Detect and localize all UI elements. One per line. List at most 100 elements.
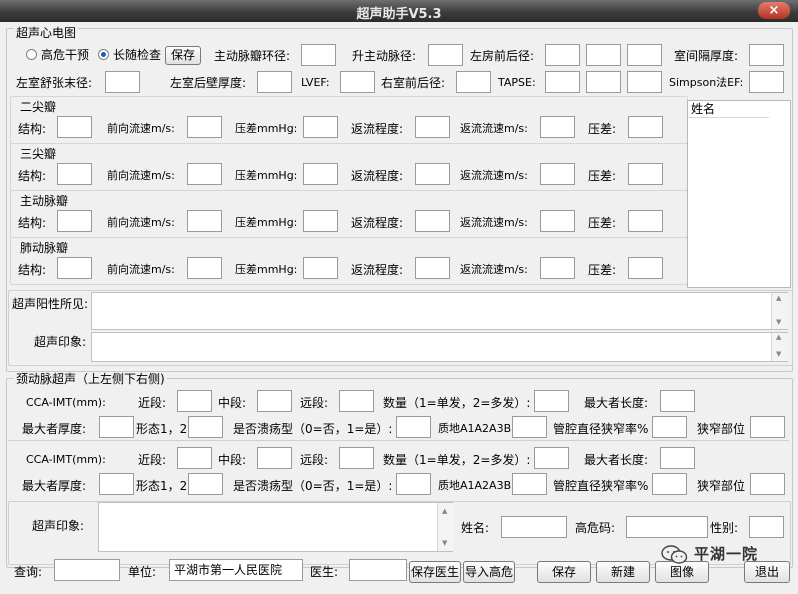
tapse-input-3[interactable] bbox=[627, 71, 662, 93]
positive-findings-textarea[interactable] bbox=[91, 292, 788, 330]
plaque-count-input[interactable] bbox=[534, 390, 569, 412]
valve-gradient-input[interactable] bbox=[303, 257, 338, 279]
scroll-down-icon[interactable]: ▼ bbox=[442, 539, 447, 547]
valve-structure-input[interactable] bbox=[57, 210, 92, 232]
valve-regurg-degree-input[interactable] bbox=[415, 163, 450, 185]
rv-ap-input[interactable] bbox=[456, 71, 491, 93]
near-segment-input[interactable] bbox=[177, 390, 212, 412]
morphology-input[interactable] bbox=[188, 473, 223, 495]
texture-label: 质地A1A2A3B bbox=[438, 422, 512, 435]
echo-impression-textarea[interactable] bbox=[91, 332, 788, 362]
valve-gradient-input[interactable] bbox=[303, 116, 338, 138]
tapse-input-2[interactable] bbox=[586, 71, 621, 93]
findings-scrollbar[interactable]: ▲ ▼ bbox=[771, 293, 788, 329]
save-button[interactable]: 保存 bbox=[537, 561, 591, 583]
import-risk-button[interactable]: 导入高危 bbox=[463, 561, 515, 583]
near-segment-input[interactable] bbox=[177, 447, 212, 469]
follow-up-radio[interactable] bbox=[98, 49, 109, 60]
query-input[interactable] bbox=[54, 559, 120, 581]
valve-regurg-degree-input[interactable] bbox=[415, 257, 450, 279]
valve-regurg-degree-input[interactable] bbox=[415, 210, 450, 232]
la-ap-input-3[interactable] bbox=[627, 44, 662, 66]
simpson-ef-input[interactable] bbox=[749, 71, 784, 93]
max-length-input[interactable] bbox=[660, 447, 695, 469]
texture-input[interactable] bbox=[512, 416, 547, 438]
stenosis-rate-input[interactable] bbox=[652, 416, 687, 438]
patient-name-list[interactable] bbox=[687, 100, 791, 288]
ivs-input[interactable] bbox=[749, 44, 784, 66]
valve-structure-input[interactable] bbox=[57, 163, 92, 185]
valve-forward-velocity-input[interactable] bbox=[187, 163, 222, 185]
max-length-input[interactable] bbox=[660, 390, 695, 412]
new-button[interactable]: 新建 bbox=[596, 561, 650, 583]
valve-structure-input[interactable] bbox=[57, 116, 92, 138]
valve-forward-velocity-input[interactable] bbox=[187, 210, 222, 232]
valve-regurg-velocity-input[interactable] bbox=[540, 257, 575, 279]
la-ap-input-1[interactable] bbox=[545, 44, 580, 66]
valve-pressure-diff-input[interactable] bbox=[628, 257, 663, 279]
scroll-up-icon[interactable]: ▲ bbox=[776, 294, 781, 302]
valve-gradient-input[interactable] bbox=[303, 210, 338, 232]
ulcer-type-input[interactable] bbox=[396, 473, 431, 495]
valve-name: 肺动脉瓣 bbox=[18, 241, 71, 255]
carotid-impression-textarea[interactable] bbox=[98, 502, 453, 552]
mid-segment-input[interactable] bbox=[257, 447, 292, 469]
far-segment-input[interactable] bbox=[339, 390, 374, 412]
valve-regurg-degree-label: 返流程度: bbox=[351, 216, 404, 230]
valve-gradient-input[interactable] bbox=[303, 163, 338, 185]
plaque-count-input[interactable] bbox=[534, 447, 569, 469]
valve-forward-velocity-input[interactable] bbox=[187, 116, 222, 138]
max-thickness-input[interactable] bbox=[99, 416, 134, 438]
la-ap-input-2[interactable] bbox=[586, 44, 621, 66]
ulcer-type-input[interactable] bbox=[396, 416, 431, 438]
ivs-label: 室间隔厚度: bbox=[674, 49, 739, 63]
stenosis-site-input[interactable] bbox=[750, 416, 785, 438]
valve-pressure-diff-input[interactable] bbox=[628, 116, 663, 138]
valve-structure-input[interactable] bbox=[57, 257, 92, 279]
aortic-annulus-input[interactable] bbox=[301, 44, 336, 66]
valve-regurg-velocity-input[interactable] bbox=[540, 210, 575, 232]
stenosis-rate-input[interactable] bbox=[652, 473, 687, 495]
follow-up-radio-label[interactable]: 长随检查 bbox=[113, 48, 161, 62]
tapse-input-1[interactable] bbox=[545, 71, 580, 93]
max-thickness-input[interactable] bbox=[99, 473, 134, 495]
lvedd-input[interactable] bbox=[105, 71, 140, 93]
valve-regurg-degree-input[interactable] bbox=[415, 116, 450, 138]
high-risk-radio[interactable] bbox=[26, 49, 37, 60]
exit-button[interactable]: 退出 bbox=[744, 561, 790, 583]
texture-input[interactable] bbox=[512, 473, 547, 495]
valve-forward-velocity-input[interactable] bbox=[187, 257, 222, 279]
valve-regurg-velocity-input[interactable] bbox=[540, 116, 575, 138]
name-list-header[interactable]: 姓名 bbox=[688, 101, 769, 118]
scroll-up-icon[interactable]: ▲ bbox=[776, 333, 781, 341]
close-button[interactable]: × bbox=[758, 2, 790, 19]
valve-pressure-diff-input[interactable] bbox=[628, 163, 663, 185]
title-bar: 超声助手V5.3 × bbox=[0, 0, 798, 22]
lvef-input[interactable] bbox=[340, 71, 375, 93]
ulcer-type-label: 是否溃疡型（0=否，1=是）: bbox=[233, 479, 393, 493]
window-title: 超声助手V5.3 bbox=[356, 7, 442, 22]
carotid-name-input[interactable] bbox=[501, 516, 567, 538]
carotid-impression-scrollbar[interactable]: ▲ ▼ bbox=[437, 503, 453, 551]
far-segment-input[interactable] bbox=[339, 447, 374, 469]
high-risk-radio-label[interactable]: 高危干预 bbox=[41, 48, 89, 62]
scroll-down-icon[interactable]: ▼ bbox=[776, 350, 781, 358]
gender-input[interactable] bbox=[749, 516, 784, 538]
mid-segment-input[interactable] bbox=[257, 390, 292, 412]
valve-panel bbox=[10, 190, 688, 238]
impression-scrollbar[interactable]: ▲ ▼ bbox=[771, 333, 788, 361]
valve-regurg-velocity-input[interactable] bbox=[540, 163, 575, 185]
scroll-down-icon[interactable]: ▼ bbox=[776, 318, 781, 326]
unit-input[interactable]: 平湖市第一人民医院 bbox=[169, 559, 303, 581]
asc-aorta-input[interactable] bbox=[428, 44, 463, 66]
stenosis-site-input[interactable] bbox=[750, 473, 785, 495]
morphology-input[interactable] bbox=[188, 416, 223, 438]
echo-save-button[interactable]: 保存 bbox=[165, 46, 201, 65]
lvpw-input[interactable] bbox=[257, 71, 292, 93]
valve-pressure-diff-input[interactable] bbox=[628, 210, 663, 232]
save-doctor-button[interactable]: 保存医生 bbox=[409, 561, 461, 583]
risk-code-input[interactable] bbox=[626, 516, 708, 538]
scroll-up-icon[interactable]: ▲ bbox=[442, 507, 447, 515]
mid-segment-label: 中段: bbox=[218, 453, 247, 467]
doctor-input[interactable] bbox=[349, 559, 407, 581]
